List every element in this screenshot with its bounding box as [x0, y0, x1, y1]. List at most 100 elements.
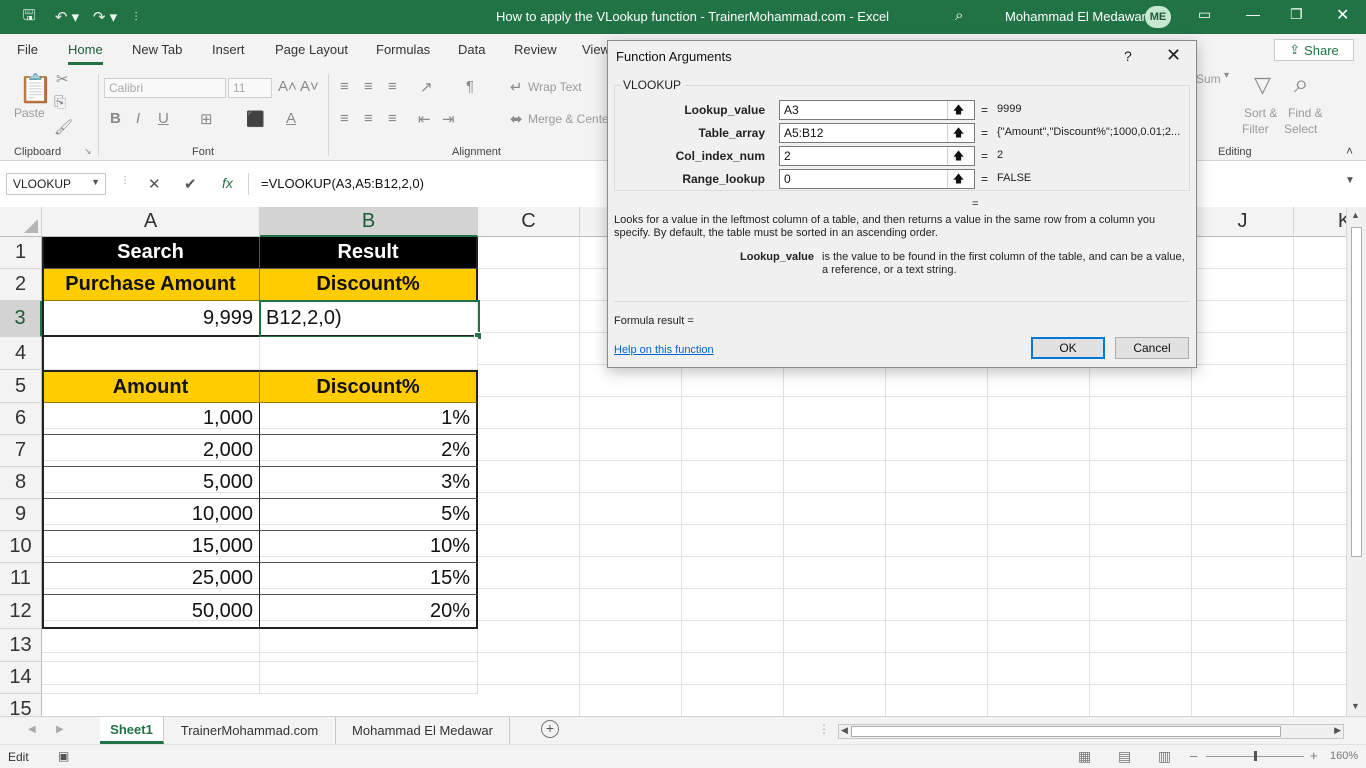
enter-icon[interactable]: ✔: [184, 175, 197, 193]
format-painter-icon[interactable]: 🖌: [54, 118, 73, 136]
row-header-13[interactable]: 13: [0, 629, 42, 662]
sheet-tab-mohammad-el-medawar[interactable]: Mohammad El Medawar: [336, 717, 510, 744]
page-break-view-icon[interactable]: ▥: [1158, 748, 1171, 765]
cell-a11[interactable]: 25,000: [42, 563, 260, 595]
avatar[interactable]: ME: [1145, 6, 1171, 28]
user-name[interactable]: Mohammad El Medawar: [1005, 9, 1146, 24]
cut-icon[interactable]: ✂: [56, 70, 69, 88]
scroll-left-icon[interactable]: ◀: [841, 725, 848, 736]
cell-a7[interactable]: 2,000: [42, 435, 260, 467]
close-icon[interactable]: ✕: [1336, 5, 1349, 25]
collapse-dialog-icon[interactable]: 🡅: [947, 147, 969, 165]
align-center-icon[interactable]: ≡: [364, 110, 373, 127]
align-middle-icon[interactable]: ≡: [364, 78, 373, 95]
increase-indent-icon[interactable]: ⇥: [442, 110, 455, 128]
cell-b13[interactable]: [260, 629, 478, 662]
row-header-12[interactable]: 12: [0, 595, 42, 629]
row-header-2[interactable]: 2: [0, 269, 42, 301]
horizontal-scrollbar[interactable]: ◀ ▶: [838, 724, 1344, 739]
redo-icon[interactable]: ↷ ▾: [88, 6, 122, 28]
cell-b7[interactable]: 2%: [260, 435, 478, 467]
cell-b14[interactable]: [260, 662, 478, 694]
tab-home[interactable]: Home: [68, 42, 103, 65]
fill-color-icon[interactable]: ⬛: [246, 110, 265, 128]
tab-insert[interactable]: Insert: [212, 42, 245, 57]
merge-center-button[interactable]: Merge & Cente: [528, 112, 609, 126]
row-header-8[interactable]: 8: [0, 467, 42, 499]
cell-b10[interactable]: 10%: [260, 531, 478, 563]
ok-button[interactable]: OK: [1031, 337, 1105, 359]
tab-new-tab[interactable]: New Tab: [132, 42, 182, 57]
scrollbar-thumb[interactable]: [1351, 227, 1362, 557]
cell-a12[interactable]: 50,000: [42, 595, 260, 629]
tab-view[interactable]: View: [582, 42, 610, 57]
close-icon[interactable]: ✕: [1166, 45, 1181, 66]
help-icon[interactable]: ?: [1124, 48, 1132, 64]
zoom-level[interactable]: 160%: [1330, 750, 1358, 762]
zoom-in-icon[interactable]: +: [1310, 748, 1318, 763]
cell-a9[interactable]: 10,000: [42, 499, 260, 531]
row-header-11[interactable]: 11: [0, 563, 42, 595]
zoom-out-icon[interactable]: –: [1190, 748, 1197, 763]
copy-icon[interactable]: ⎘: [54, 94, 66, 111]
chevron-down-icon[interactable]: ▼: [91, 177, 100, 187]
cell-a6[interactable]: 1,000: [42, 403, 260, 435]
cell-b5[interactable]: Discount%: [260, 370, 478, 403]
undo-icon[interactable]: ↶ ▾: [50, 6, 84, 28]
italic-icon[interactable]: I: [136, 110, 140, 127]
find-select-label-1[interactable]: Find &: [1288, 106, 1323, 120]
arg-input-lookup-value[interactable]: A3: [779, 100, 975, 120]
row-header-9[interactable]: 9: [0, 499, 42, 531]
row-header-7[interactable]: 7: [0, 435, 42, 467]
font-color-icon[interactable]: A: [286, 110, 296, 127]
cell-b4[interactable]: [260, 337, 478, 370]
cell-a13[interactable]: [42, 629, 260, 662]
align-top-icon[interactable]: ≡: [340, 78, 349, 95]
ribbon-display-icon[interactable]: ▭: [1198, 6, 1211, 23]
align-right-icon[interactable]: ≡: [388, 110, 397, 127]
cell-b3[interactable]: B12,2,0): [260, 301, 478, 337]
prev-sheet-icon[interactable]: ◀: [28, 724, 36, 735]
cell-b9[interactable]: 5%: [260, 499, 478, 531]
decrease-indent-icon[interactable]: ⇤: [418, 110, 431, 128]
tab-formulas[interactable]: Formulas: [376, 42, 430, 57]
cancel-button[interactable]: Cancel: [1115, 337, 1189, 359]
scroll-down-icon[interactable]: ▼: [1351, 701, 1360, 711]
cell-a1[interactable]: Search: [42, 237, 260, 269]
cell-a3[interactable]: 9,999: [42, 301, 260, 337]
cell-b11[interactable]: 15%: [260, 563, 478, 595]
save-icon[interactable]: 🖫: [18, 6, 40, 28]
bold-icon[interactable]: B: [110, 110, 121, 127]
wrap-text-icon[interactable]: ↵: [510, 78, 523, 96]
scroll-up-icon[interactable]: ▲: [1351, 210, 1360, 220]
search-icon[interactable]: ⌕: [955, 7, 963, 24]
cell-a14[interactable]: [42, 662, 260, 694]
customize-toolbar-icon[interactable]: ⫶: [128, 6, 144, 28]
cell-b8[interactable]: 3%: [260, 467, 478, 499]
tab-page-layout[interactable]: Page Layout: [275, 42, 348, 57]
column-header-k[interactable]: K: [1294, 207, 1346, 237]
tab-review[interactable]: Review: [514, 42, 557, 57]
underline-icon[interactable]: U: [158, 110, 169, 127]
cell-a2[interactable]: Purchase Amount: [42, 269, 260, 301]
row-header-5[interactable]: 5: [0, 370, 42, 403]
sort-filter-label-1[interactable]: Sort &: [1244, 106, 1277, 120]
accessibility-icon[interactable]: ▣: [58, 749, 69, 763]
page-layout-view-icon[interactable]: ▤: [1118, 748, 1131, 765]
help-link[interactable]: Help on this function: [614, 344, 714, 356]
borders-icon[interactable]: ⊞: [200, 110, 213, 128]
normal-view-icon[interactable]: ▦: [1078, 748, 1091, 765]
restore-icon[interactable]: ❐: [1290, 6, 1303, 23]
arg-input-table-array[interactable]: A5:B12: [779, 123, 975, 143]
chevron-down-icon[interactable]: ▾: [1224, 70, 1229, 81]
column-header-c[interactable]: C: [478, 207, 580, 237]
select-all-corner[interactable]: [0, 207, 42, 237]
column-header-j[interactable]: J: [1192, 207, 1294, 237]
text-direction-icon[interactable]: ¶: [466, 78, 474, 95]
row-header-6[interactable]: 6: [0, 403, 42, 435]
minimize-icon[interactable]: —: [1246, 6, 1260, 22]
arg-input-col-index-num[interactable]: 2: [779, 146, 975, 166]
cell-b12[interactable]: 20%: [260, 595, 478, 629]
collapse-ribbon-icon[interactable]: ˄: [1346, 144, 1353, 158]
row-header-1[interactable]: 1: [0, 237, 42, 269]
